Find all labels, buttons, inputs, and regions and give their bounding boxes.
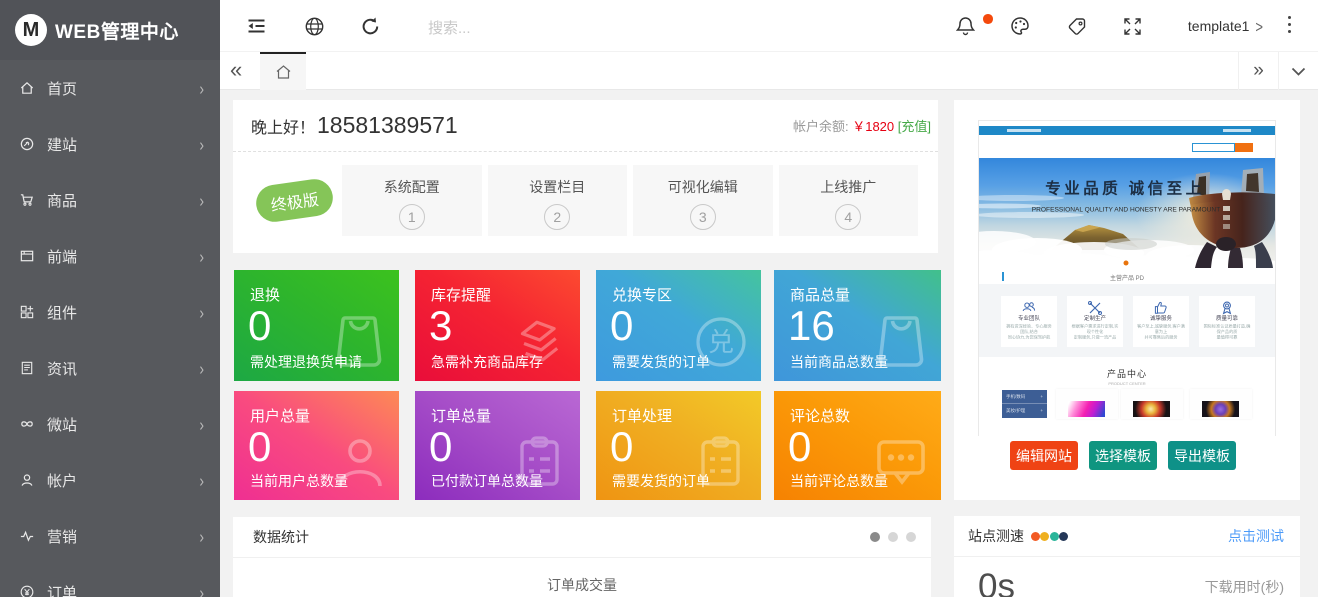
svg-text:PROFESSIONAL QUALITY AND HONES: PROFESSIONAL QUALITY AND HONESTY ARE PAR… bbox=[1032, 207, 1220, 214]
svg-text:兑: 兑 bbox=[708, 327, 734, 357]
svg-text:专业品质 诚信至上: 专业品质 诚信至上 bbox=[1045, 179, 1204, 198]
